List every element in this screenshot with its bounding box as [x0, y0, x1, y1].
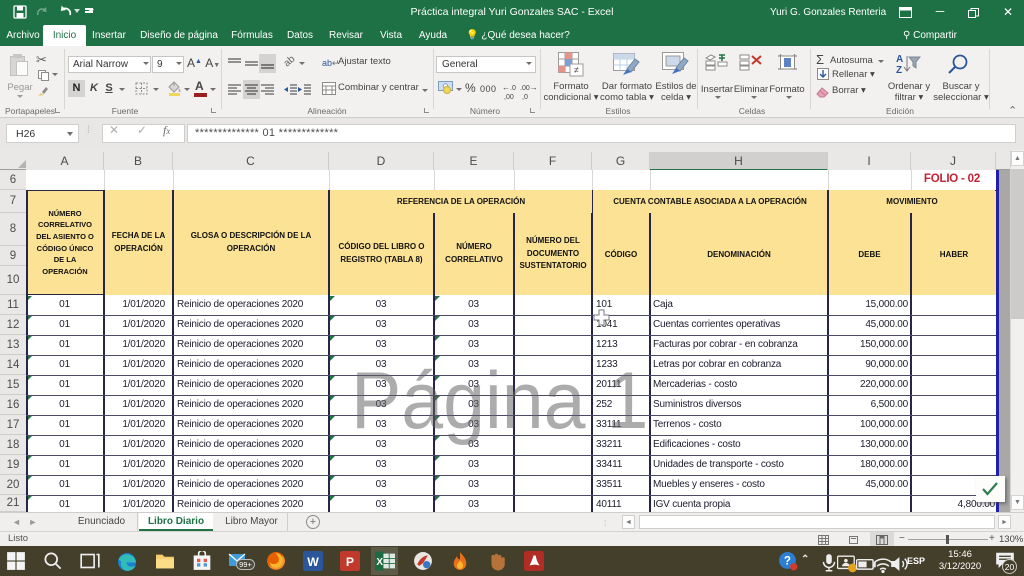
svg-text:?: ? — [784, 556, 791, 568]
svg-text:A: A — [896, 54, 903, 65]
svg-text:W: W — [307, 555, 319, 569]
svg-text:X: X — [376, 557, 383, 568]
svg-text:≠: ≠ — [574, 65, 579, 75]
svg-text:P: P — [346, 555, 354, 569]
svg-text:Z: Z — [896, 65, 902, 76]
